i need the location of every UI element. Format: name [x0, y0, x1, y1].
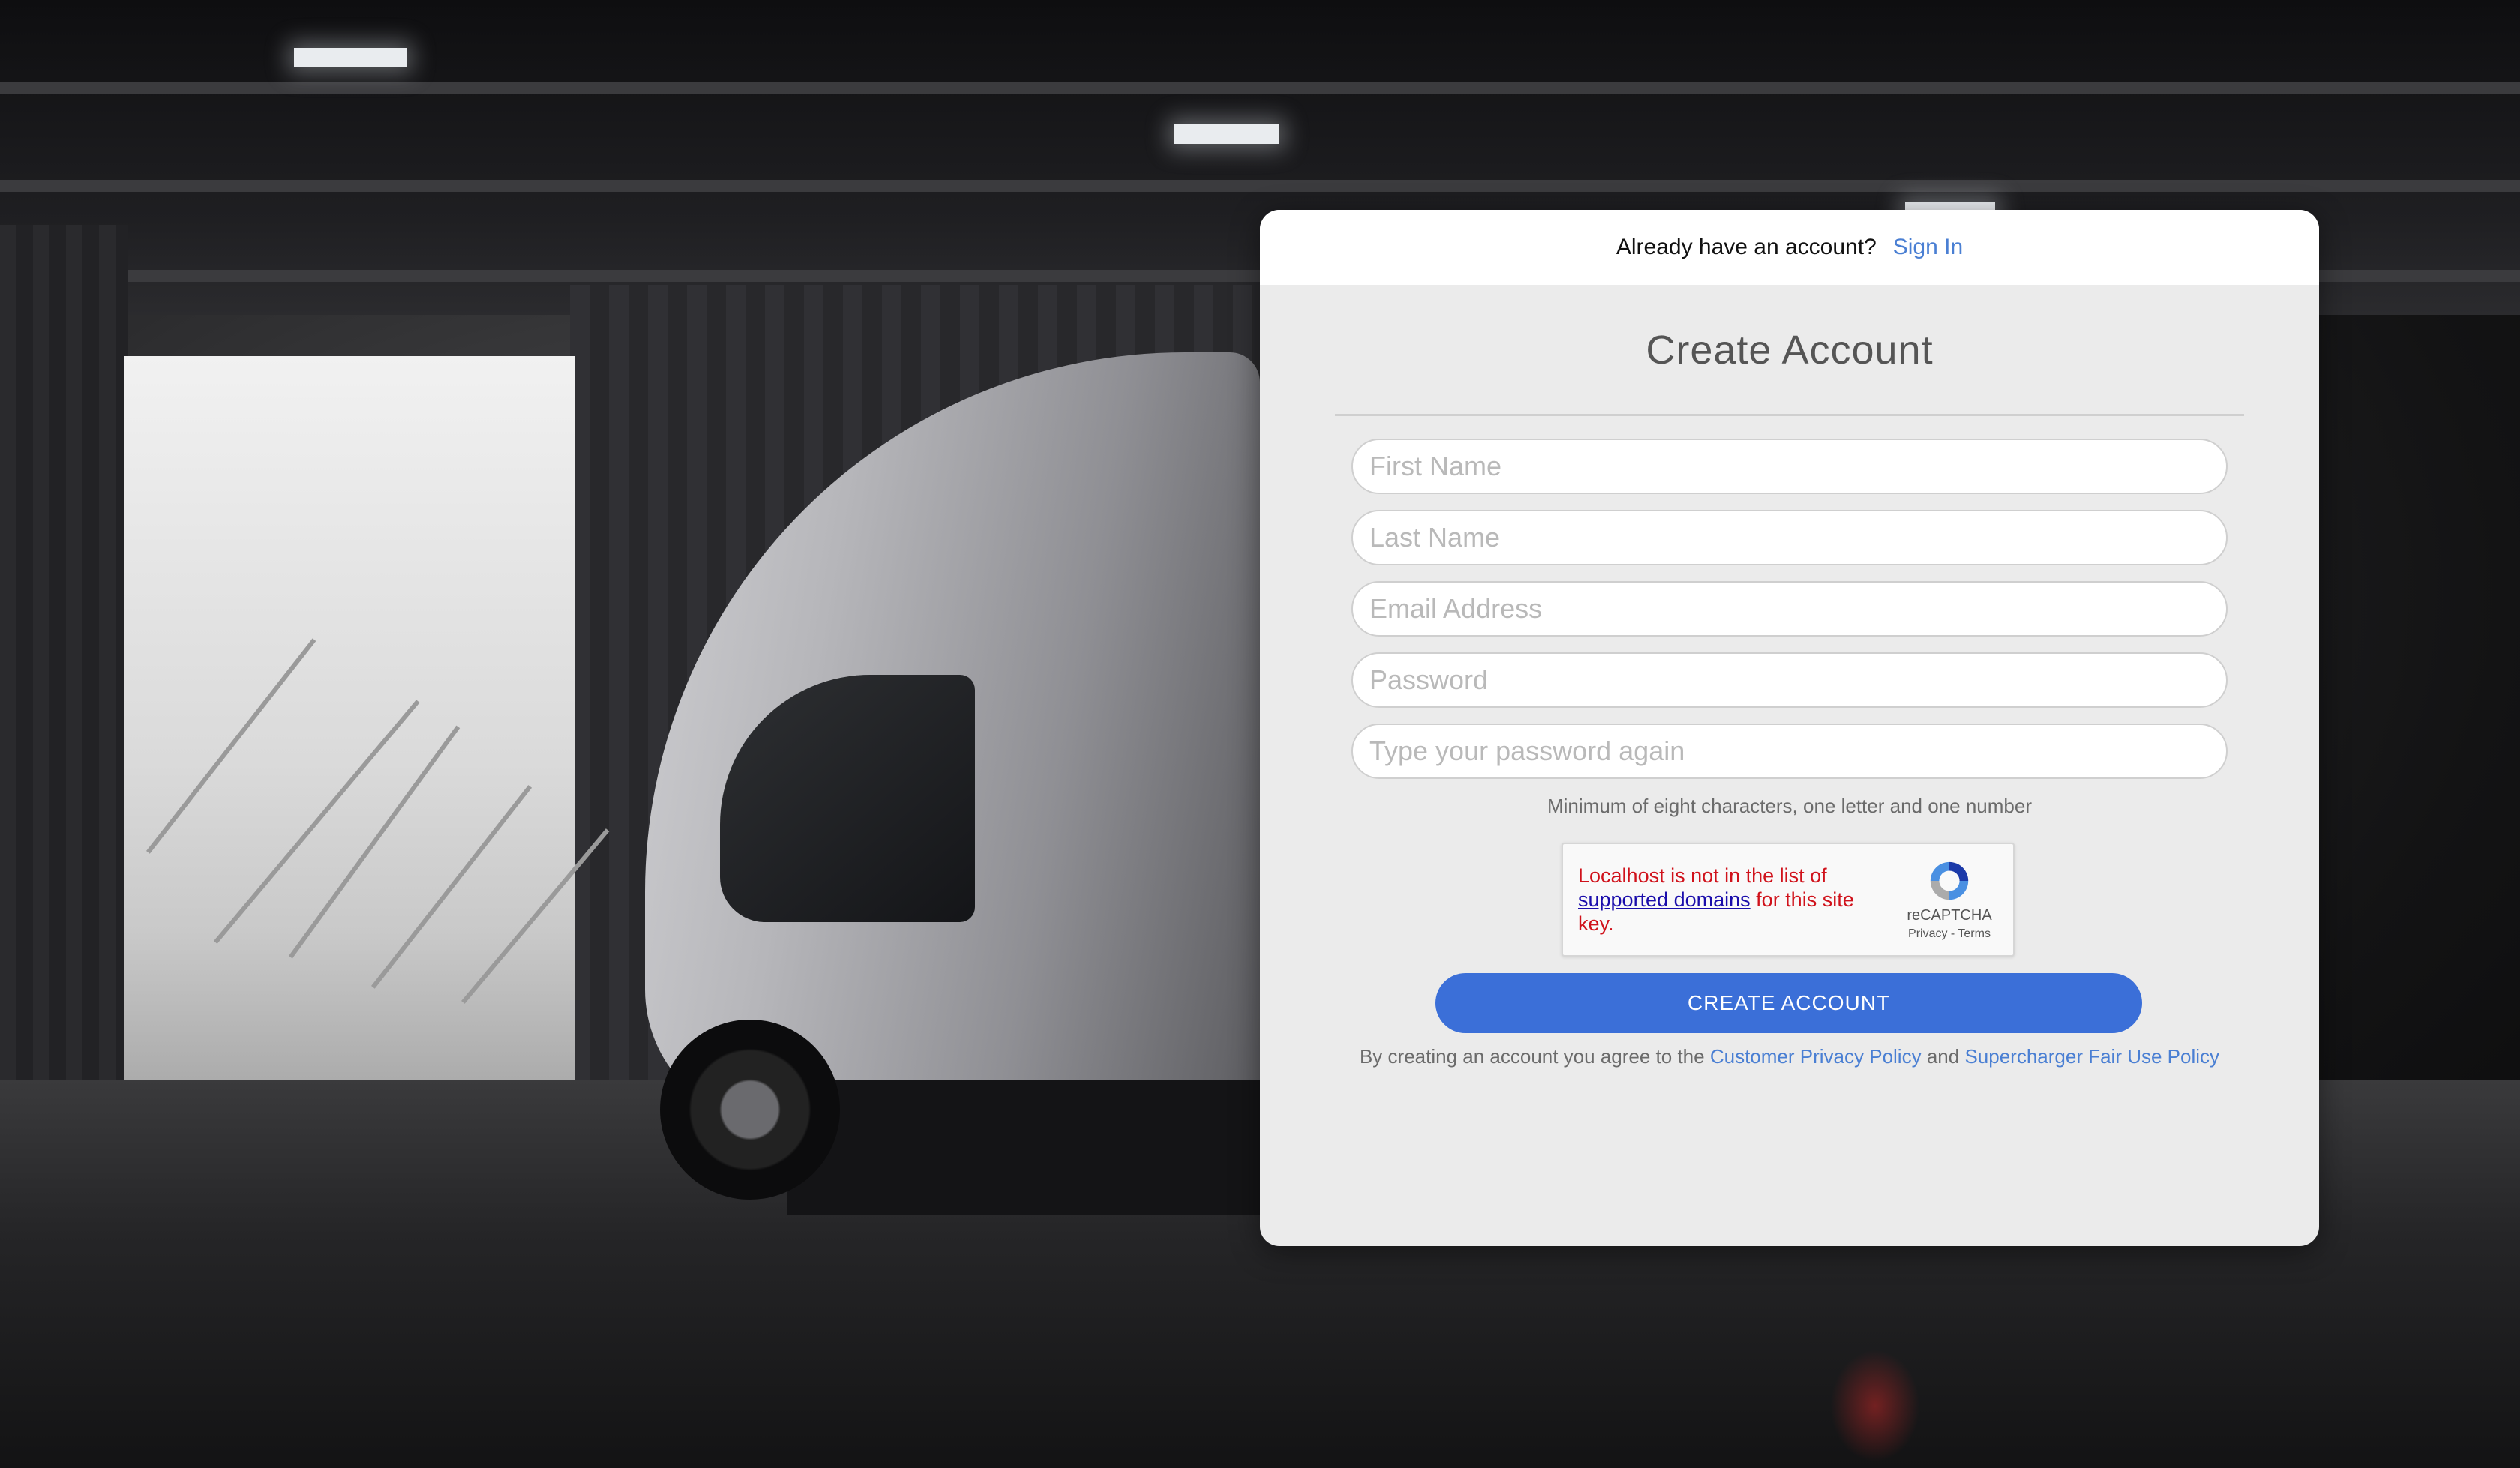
first-name-field[interactable]	[1352, 439, 2228, 494]
recaptcha-icon	[1930, 861, 1969, 900]
last-name-field[interactable]	[1352, 510, 2228, 565]
fair-use-policy-link[interactable]: Supercharger Fair Use Policy	[1964, 1045, 2219, 1068]
recaptcha-separator: -	[1950, 927, 1955, 940]
ceiling-light	[294, 48, 406, 67]
recaptcha-links: Privacy - Terms	[1900, 927, 1998, 941]
legal-notice: By creating an account you agree to the …	[1260, 1045, 2319, 1068]
ceiling-beam	[0, 180, 2520, 192]
signup-card: Already have an account? Sign In Create …	[1260, 210, 2319, 1246]
page-title: Create Account	[1646, 328, 1934, 373]
hangar-wall	[0, 225, 128, 1095]
signin-bar: Already have an account? Sign In	[1260, 210, 2319, 285]
password-field[interactable]	[1352, 652, 2228, 708]
legal-conjunction: and	[1926, 1045, 1960, 1068]
port-crane	[146, 638, 316, 854]
email-field[interactable]	[1352, 581, 2228, 637]
truck-chassis	[788, 1080, 1268, 1215]
privacy-policy-link[interactable]: Customer Privacy Policy	[1710, 1045, 1922, 1068]
password-hint: Minimum of eight characters, one letter …	[1546, 795, 2032, 817]
supported-domains-link[interactable]: supported domains	[1578, 888, 1750, 911]
floor-reflection	[1830, 1350, 1920, 1462]
recaptcha-logo: reCAPTCHA Privacy - Terms	[1900, 858, 1998, 941]
truck-wheel	[660, 1020, 840, 1200]
recaptcha-privacy-link[interactable]: Privacy	[1908, 927, 1947, 940]
port-crane	[289, 725, 460, 959]
ceiling-beam	[0, 82, 2520, 94]
hangar-doorway	[124, 356, 610, 1095]
signin-link[interactable]: Sign In	[1893, 235, 1963, 260]
signup-form	[1352, 439, 2228, 779]
recaptcha-brand: reCAPTCHA	[1906, 907, 1992, 924]
legal-prefix: By creating an account you agree to the	[1359, 1045, 1705, 1068]
recaptcha-error: Localhost is not in the list of supporte…	[1578, 864, 1878, 936]
recaptcha-widget[interactable]: Localhost is not in the list of supporte…	[1562, 843, 2014, 957]
recaptcha-error-prefix: Localhost is not in the list of	[1578, 864, 1827, 887]
password-confirm-field[interactable]	[1352, 724, 2228, 779]
signin-prompt: Already have an account?	[1616, 235, 1876, 259]
create-account-button[interactable]: CREATE ACCOUNT	[1436, 973, 2142, 1033]
recaptcha-terms-link[interactable]: Terms	[1958, 927, 1990, 940]
ceiling-light	[1174, 124, 1280, 144]
title-divider	[1335, 414, 2244, 416]
